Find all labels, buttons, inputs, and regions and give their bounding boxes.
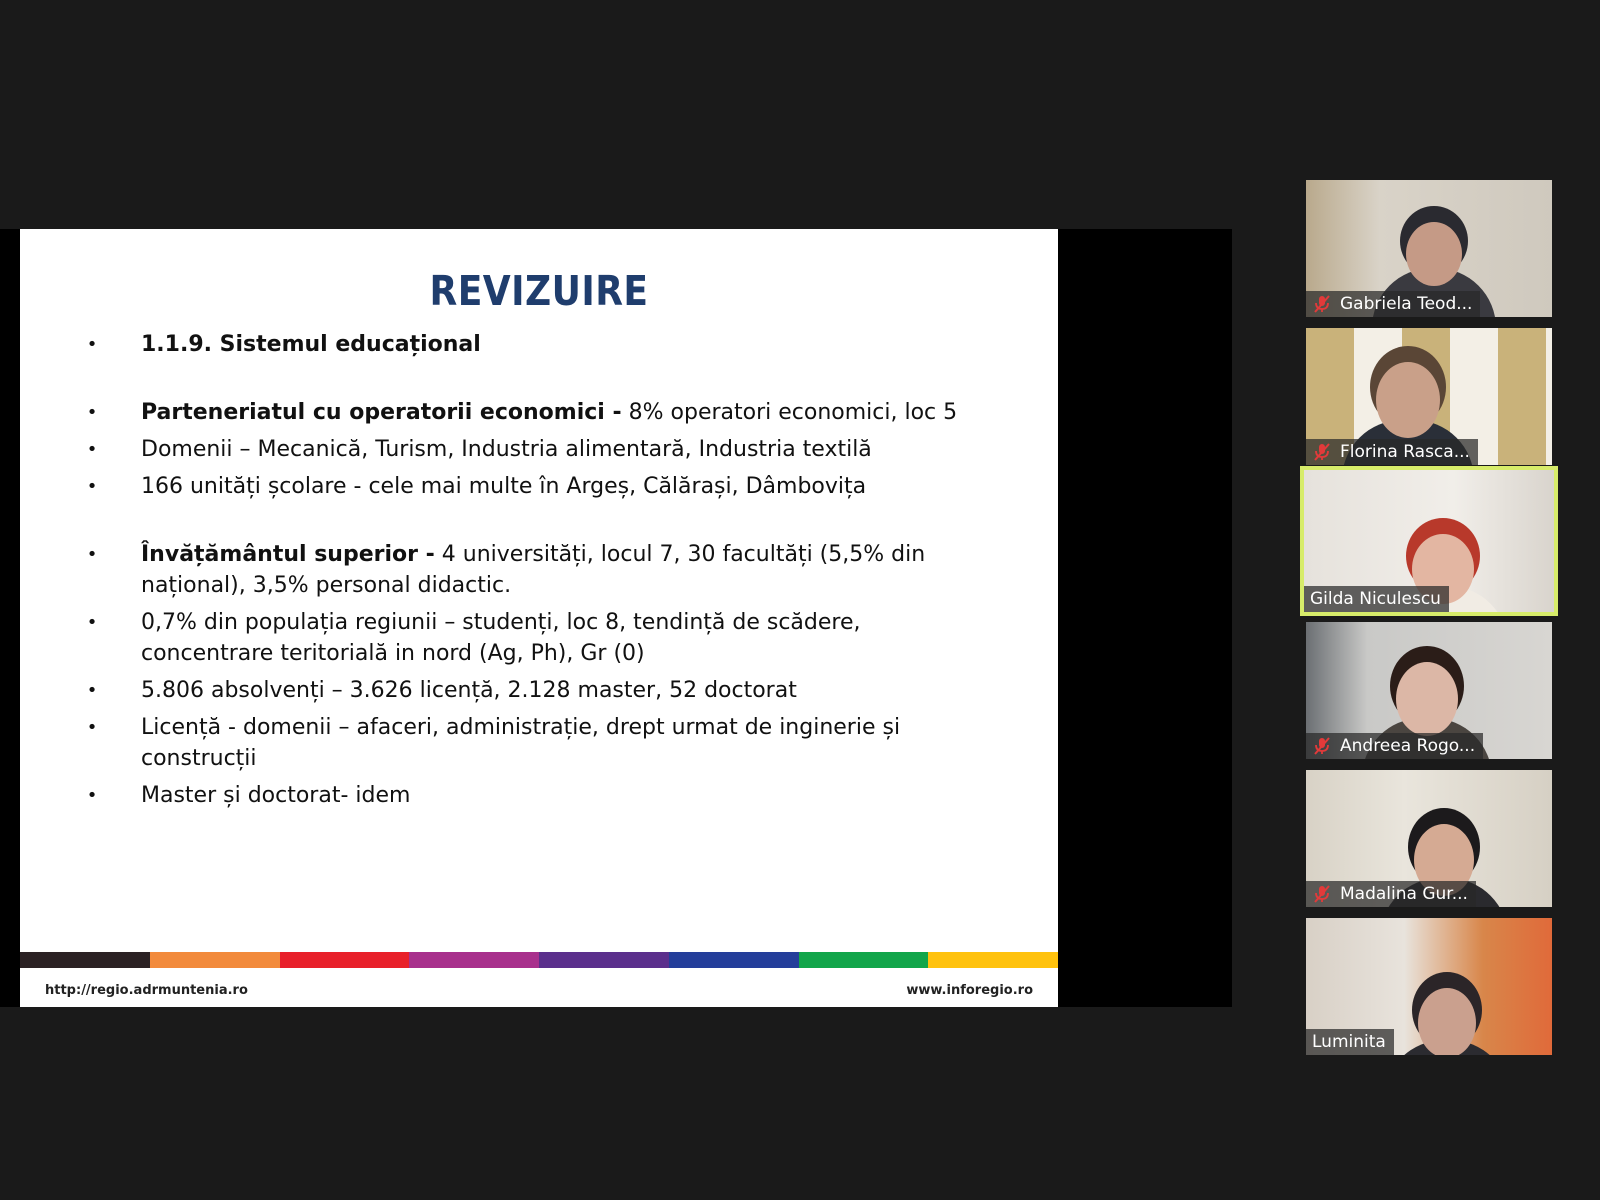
participant-name-label: Madalina Gur... bbox=[1306, 881, 1476, 907]
slide-bullet: • 1.1.9. Sistemul educațional bbox=[82, 329, 982, 360]
slide-bullet: • Parteneriatul cu operatorii economici -… bbox=[82, 397, 982, 428]
participant-face bbox=[1376, 362, 1440, 438]
participant-tile[interactable]: Madalina Gur... bbox=[1306, 770, 1552, 907]
participant-face bbox=[1406, 222, 1462, 286]
participant-tile[interactable]: Gabriela Teod... bbox=[1306, 180, 1552, 317]
muted-mic-icon bbox=[1314, 295, 1330, 313]
bullet-text: 166 unități școlare - cele mai multe în … bbox=[141, 474, 867, 499]
color-bar-segment bbox=[409, 952, 539, 968]
participant-name: Florina Rasca... bbox=[1340, 442, 1470, 462]
bullet-dot: • bbox=[86, 334, 98, 355]
color-bar-segment bbox=[149, 952, 280, 968]
color-bar-segment bbox=[668, 952, 799, 968]
slide-color-bar bbox=[20, 952, 1058, 968]
bullet-text: Licență - domenii – afaceri, administraț… bbox=[141, 715, 901, 771]
bullet-dot: • bbox=[86, 785, 98, 806]
bullet-dot: • bbox=[86, 680, 98, 701]
bullet-bold-text: Învățământul superior - bbox=[141, 542, 435, 567]
color-bar-segment bbox=[539, 952, 669, 968]
bullet-dot: • bbox=[86, 402, 98, 423]
participant-tile[interactable]: Luminita bbox=[1306, 918, 1552, 1055]
bullet-text: 5.806 absolvenți – 3.626 licență, 2.128 … bbox=[141, 678, 797, 703]
presentation-slide: REVIZUIRE • 1.1.9. Sistemul educațional • P… bbox=[20, 229, 1058, 1007]
participant-name: Gabriela Teod... bbox=[1340, 294, 1473, 314]
slide-bullet: • 5.806 absolvenți – 3.626 licență, 2.128… bbox=[82, 675, 982, 706]
slide-bullet-list: • 1.1.9. Sistemul educațional • Parteneriat… bbox=[82, 329, 982, 817]
muted-mic-icon bbox=[1314, 885, 1330, 903]
footer-url-right: www.inforegio.ro bbox=[906, 983, 1033, 998]
participant-name: Luminita bbox=[1312, 1032, 1386, 1052]
participant-tile[interactable]: Florina Rasca... bbox=[1306, 328, 1552, 465]
bullet-bold-text: 1.1.9. Sistemul educațional bbox=[141, 332, 481, 357]
bullet-text: 0,7% din populația regiunii – studenți, … bbox=[141, 610, 861, 666]
participant-name-label: Luminita bbox=[1306, 1029, 1394, 1055]
participant-name-label: Andreea Rogo... bbox=[1306, 733, 1484, 759]
color-bar-segment bbox=[279, 952, 410, 968]
bullet-text: Master și doctorat- idem bbox=[141, 783, 411, 808]
bullet-dot: • bbox=[86, 612, 98, 633]
bullet-dot: • bbox=[86, 544, 98, 565]
screen-share-area: REVIZUIRE • 1.1.9. Sistemul educațional • P… bbox=[0, 229, 1232, 1007]
slide-bullet: • Învățământul superior - 4 universități,… bbox=[82, 539, 982, 601]
slide-bullet: • Licență - domenii – afaceri, administra… bbox=[82, 712, 982, 774]
participant-name: Gilda Niculescu bbox=[1310, 589, 1441, 609]
participant-name-label: Gilda Niculescu bbox=[1304, 586, 1449, 612]
participant-name-label: Gabriela Teod... bbox=[1306, 291, 1481, 317]
slide-title: REVIZUIRE bbox=[429, 267, 649, 315]
footer-url-left: http://regio.adrmuntenia.ro bbox=[45, 983, 248, 998]
bullet-dot: • bbox=[86, 439, 98, 460]
muted-mic-icon bbox=[1314, 737, 1330, 755]
slide-bullet: • 0,7% din populația regiunii – studenți,… bbox=[82, 607, 982, 669]
color-bar-segment bbox=[798, 952, 929, 968]
participant-name-label: Florina Rasca... bbox=[1306, 439, 1478, 465]
color-bar-segment bbox=[928, 952, 1058, 968]
bullet-text: Domenii – Mecanică, Turism, Industria al… bbox=[141, 437, 872, 462]
bullet-dot: • bbox=[86, 476, 98, 497]
slide-bullet: • Domenii – Mecanică, Turism, Industria a… bbox=[82, 434, 982, 465]
slide-bullet: • 166 unități școlare - cele mai multe în… bbox=[82, 471, 982, 502]
bullet-dot: • bbox=[86, 717, 98, 738]
muted-mic-icon bbox=[1314, 443, 1330, 461]
participant-name: Andreea Rogo... bbox=[1340, 736, 1476, 756]
color-bar-segment bbox=[20, 952, 150, 968]
participant-face bbox=[1418, 988, 1476, 1055]
participant-face bbox=[1396, 662, 1458, 736]
bullet-bold-text: Parteneriatul cu operatorii economici - bbox=[141, 400, 622, 425]
bullet-text: 8% operatori economici, loc 5 bbox=[621, 400, 958, 425]
participant-tile[interactable]: Andreea Rogo... bbox=[1306, 622, 1552, 759]
participant-tile[interactable]: Gilda Niculescu bbox=[1300, 466, 1558, 616]
slide-bullet: • Master și doctorat- idem bbox=[82, 780, 982, 811]
participant-name: Madalina Gur... bbox=[1340, 884, 1468, 904]
